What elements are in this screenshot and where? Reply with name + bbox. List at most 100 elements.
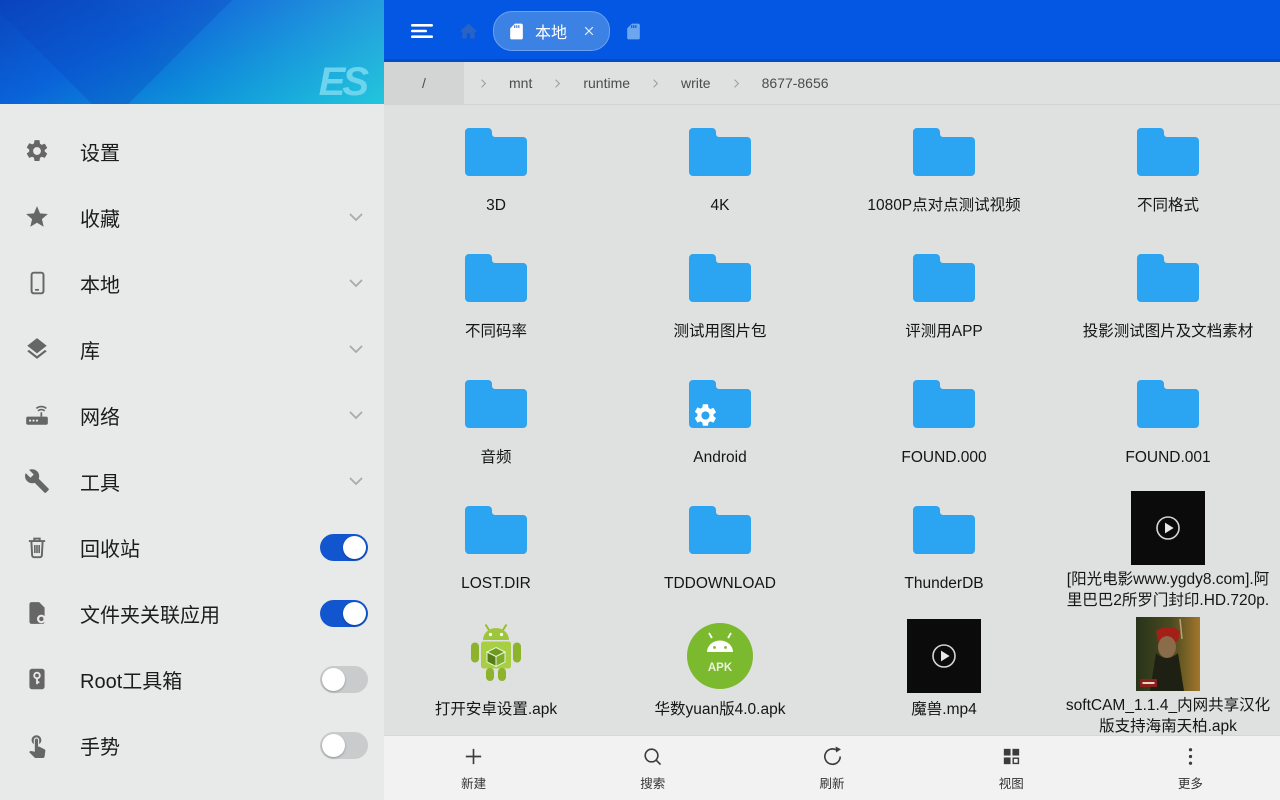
folder-gear-icon [686,376,754,432]
file-thumbnail [910,491,978,569]
file-item[interactable]: TDDOWNLOAD [608,485,832,611]
file-thumbnail [462,113,530,191]
breadcrumb-segment[interactable]: 8677-8656 [756,62,835,104]
home-button[interactable] [458,21,479,42]
toggle-switch[interactable] [320,534,368,561]
file-item[interactable]: Android [608,359,832,485]
sidebar-item-settings[interactable]: 设置 [0,118,384,184]
file-thumbnail [910,239,978,317]
es-logo: ES [319,60,366,104]
search-button[interactable]: 搜索 [563,736,742,800]
menu-button[interactable] [410,20,436,42]
folder-icon [686,250,754,306]
sidebar-item-label: 回收站 [80,533,320,562]
key-icon [22,664,52,694]
file-item[interactable]: 不同格式 [1056,107,1280,233]
bottom-toolbar: 新建搜索刷新 视图更多 [384,735,1280,800]
plus-icon [462,745,485,768]
play-icon [929,641,959,671]
file-label: Android [693,448,746,469]
breadcrumb-segment[interactable]: runtime [577,62,636,104]
file-thumbnail [686,365,754,443]
chevron-down-icon [344,271,368,295]
file-item[interactable]: APK华数yuan版4.0.apk [608,611,832,735]
chevron-down-icon [344,337,368,361]
folder-icon [462,124,530,180]
sidebar-item-library[interactable]: 库 [0,316,384,382]
view-button[interactable]: 视图 [922,736,1101,800]
sidebar-item-favorites[interactable]: 收藏 [0,184,384,250]
toggle-switch[interactable] [320,600,368,627]
file-thumbnail [910,365,978,443]
breadcrumb-segment[interactable]: write [675,62,717,104]
sidebar-item-network[interactable]: 网络 [0,382,384,448]
file-label: TDDOWNLOAD [664,574,776,595]
file-item[interactable]: 4K [608,107,832,233]
topbar: 本地 [384,0,1280,62]
file-item[interactable]: 1080P点对点测试视频 [832,107,1056,233]
file-item[interactable]: [阳光电影www.ygdy8.com].阿里巴巴2所罗门封印.HD.720p. [1056,485,1280,611]
poster-thumbnail [1136,617,1200,691]
close-tab-button[interactable] [582,24,596,38]
breadcrumb-segment[interactable]: / [384,62,464,104]
sidebar-item-label: 本地 [80,269,344,298]
apk-badge-icon: APK [685,621,755,691]
sidebar-item-local[interactable]: 本地 [0,250,384,316]
trash-icon [22,532,52,562]
new-button[interactable]: 新建 [384,736,563,800]
file-item[interactable]: FOUND.001 [1056,359,1280,485]
file-label: 评测用APP [905,322,983,343]
folder-icon [686,502,754,558]
file-grid[interactable]: 3D 4K 1080P点对点测试视频不同格式不同码率 测试用图片包评测用APP 投影测试… [384,105,1280,735]
app-banner: ES [0,0,384,104]
sidebar-item-tools[interactable]: 工具 [0,448,384,514]
folder-icon [910,124,978,180]
file-item[interactable]: FOUND.000 [832,359,1056,485]
toggle-switch[interactable] [320,666,368,693]
file-label: softCAM_1.1.4_内网共享汉化版支持海南天柏.apk [1060,696,1276,735]
tab-local[interactable]: 本地 [493,11,610,51]
file-label: ThunderDB [904,574,983,595]
breadcrumb-segment[interactable]: mnt [503,62,538,104]
wrench-icon [22,466,52,496]
file-item[interactable]: 音频 [384,359,608,485]
toggle-knob [343,602,366,625]
file-thumbnail [465,617,527,695]
file-label: 音频 [480,448,511,469]
refresh-icon [821,745,844,768]
sidebar-item-folder-app-association[interactable]: 文件夹关联应用 [0,580,384,646]
file-item[interactable]: 评测用APP [832,233,1056,359]
sidebar-item-gestures[interactable]: 手势 [0,712,384,778]
more-button[interactable]: 更多 [1101,736,1280,800]
file-item[interactable]: 测试用图片包 [608,233,832,359]
file-label: 不同格式 [1137,196,1199,217]
file-label: 4K [711,196,730,217]
file-item[interactable]: ThunderDB [832,485,1056,611]
file-label: [阳光电影www.ygdy8.com].阿里巴巴2所罗门封印.HD.720p. [1060,570,1276,612]
file-item[interactable]: 魔兽.mp4 [832,611,1056,735]
file-label: 不同码率 [465,322,527,343]
new-window-button[interactable] [624,22,643,41]
file-item[interactable]: 打开安卓设置.apk [384,611,608,735]
file-item[interactable]: 投影测试图片及文档素材 [1056,233,1280,359]
sidebar-item-recycle-bin[interactable]: 回收站 [0,514,384,580]
star-icon [22,202,52,232]
toggle-switch[interactable] [320,732,368,759]
file-item[interactable]: softCAM_1.1.4_内网共享汉化版支持海南天柏.apk [1056,611,1280,735]
file-item[interactable]: LOST.DIR [384,485,608,611]
sidebar-item-label: 网络 [80,401,344,430]
sidebar-menu: 设置收藏本地库网络工具回收站文件夹关联应用 Root工具箱手势 [0,104,384,800]
folder-link-icon [22,598,52,628]
refresh-button[interactable]: 刷新 [742,736,921,800]
tab-label: 本地 [535,19,569,43]
file-item[interactable]: 不同码率 [384,233,608,359]
sidebar-item-root-toolbox[interactable]: Root工具箱 [0,646,384,712]
gesture-icon [22,730,52,760]
sidebar-item-label: Root工具箱 [80,665,320,694]
file-label: FOUND.001 [1125,448,1210,469]
file-label: 打开安卓设置.apk [435,700,557,721]
file-item[interactable]: 3D [384,107,608,233]
smartphone-icon [22,268,52,298]
chevron-right-icon [464,62,503,104]
toolbar-label: 刷新 [820,773,845,792]
